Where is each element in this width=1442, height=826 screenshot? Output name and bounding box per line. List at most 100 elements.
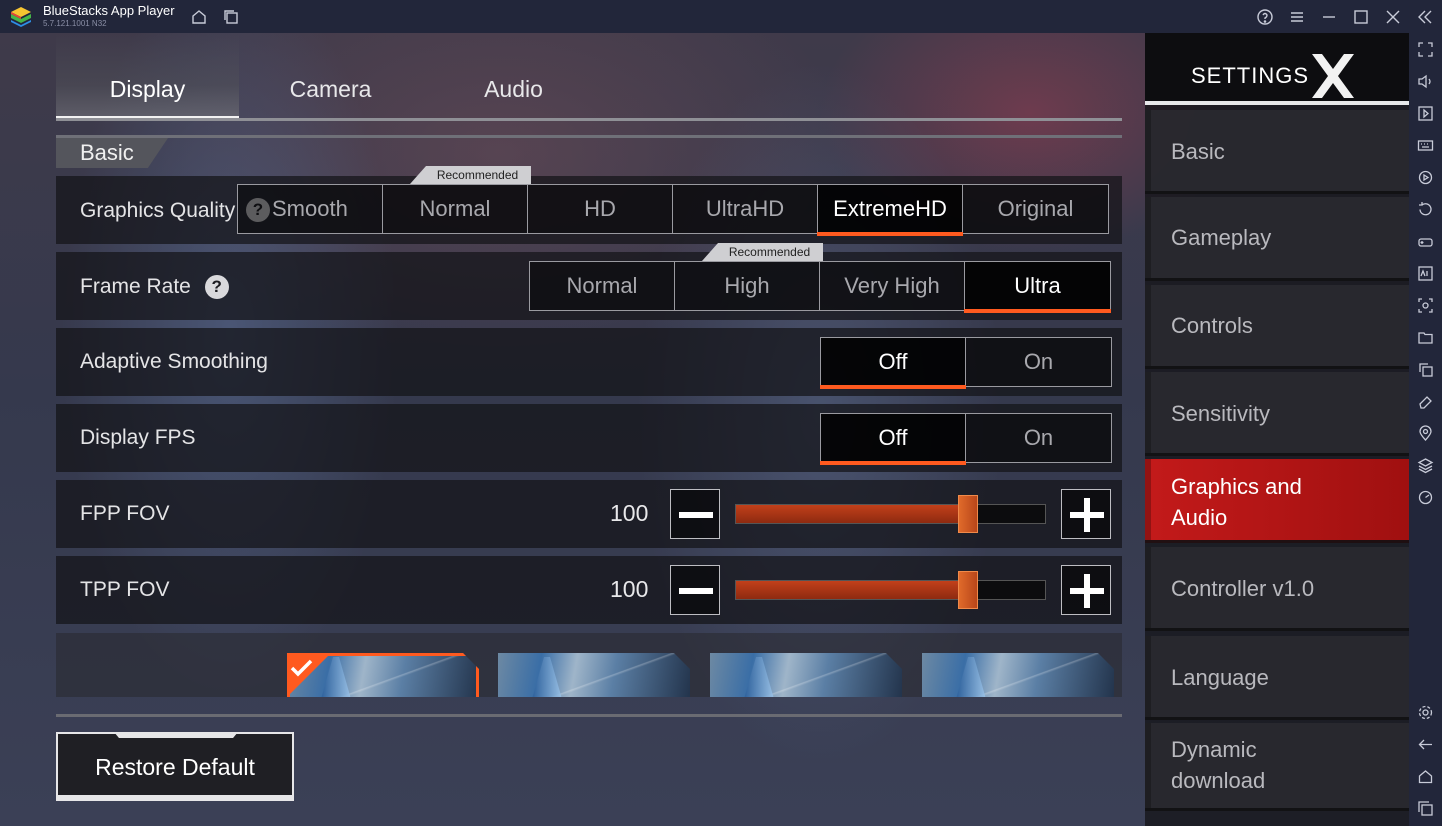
style-preset-3[interactable] — [710, 653, 902, 697]
display-fps-off[interactable]: Off — [820, 414, 966, 465]
settings-menu-label: Graphics and Audio — [1171, 474, 1302, 530]
settings-menu-label: Controls — [1171, 313, 1253, 338]
settings-menu-label: Gameplay — [1171, 225, 1272, 250]
question-circle-icon[interactable]: ? — [204, 275, 229, 300]
fpp-fov-label: FPP FOV — [80, 502, 170, 525]
close-x-icon[interactable] — [1310, 54, 1356, 98]
settings-menu-basic[interactable]: Basic — [1145, 110, 1409, 194]
help-icon[interactable] — [1256, 8, 1274, 26]
fpp-fov-slider-track[interactable] — [735, 504, 1046, 524]
back-icon[interactable] — [1417, 736, 1434, 753]
recommended-badge: Recommended — [702, 243, 823, 261]
apk-icon[interactable] — [1417, 265, 1434, 282]
tab-display[interactable]: Display — [56, 33, 239, 120]
display-fps-toggle: Off On — [820, 413, 1112, 465]
minus-icon — [679, 512, 713, 518]
bluestacks-logo — [11, 7, 31, 27]
settings-menu-label: Basic — [1171, 139, 1225, 164]
maximize-icon[interactable] — [1352, 8, 1370, 26]
eraser-icon[interactable] — [1417, 393, 1434, 410]
graphics-option-normal[interactable]: Normal — [383, 185, 528, 233]
fpp-fov-slider-thumb[interactable] — [958, 495, 978, 533]
fpp-fov-decrease-button[interactable] — [670, 489, 720, 539]
fpp-fov-increase-button[interactable] — [1061, 489, 1111, 539]
frame-rate-selector: Normal High Very High Ultra — [529, 261, 1111, 313]
graphics-option-ultrahd[interactable]: UltraHD — [673, 185, 818, 233]
minimize-icon[interactable] — [1320, 8, 1338, 26]
fullscreen-icon[interactable] — [1417, 41, 1434, 58]
layers-icon[interactable] — [1417, 457, 1434, 474]
replay-icon[interactable] — [1417, 169, 1434, 186]
frame-rate-option-high[interactable]: High — [675, 262, 820, 310]
volume-icon[interactable] — [1417, 73, 1434, 90]
tpp-fov-slider-fill — [736, 581, 969, 599]
settings-menu-label: Sensitivity — [1171, 401, 1271, 426]
section-title: Basic — [80, 140, 134, 165]
section-divider — [56, 135, 1122, 138]
bottom-divider — [56, 714, 1122, 717]
tpp-fov-decrease-button[interactable] — [670, 565, 720, 615]
performance-icon[interactable] — [1417, 489, 1434, 506]
home-icon[interactable] — [190, 8, 208, 26]
settings-header-underline — [1145, 101, 1409, 105]
gamepad-icon[interactable] — [1417, 233, 1434, 250]
multi-instance-icon[interactable] — [222, 8, 240, 26]
screenshot-icon[interactable] — [1417, 297, 1434, 314]
close-icon[interactable] — [1384, 8, 1402, 26]
home-nav-icon[interactable] — [1417, 768, 1434, 785]
graphics-option-hd[interactable]: HD — [528, 185, 673, 233]
checkmark-icon — [290, 659, 313, 677]
graphics-quality-selector: Smooth Normal HD UltraHD ExtremeHD Origi… — [237, 184, 1109, 236]
settings-menu-label: Language — [1171, 665, 1269, 690]
tpp-fov-increase-button[interactable] — [1061, 565, 1111, 615]
tab-camera[interactable]: Camera — [239, 33, 422, 120]
app-version: 5.7.121.1001 N32 — [43, 19, 107, 28]
restore-default-label: Restore Default — [95, 754, 255, 780]
menu-icon[interactable] — [1288, 8, 1306, 26]
tabs-divider — [56, 118, 1122, 121]
fpp-fov-value: 100 — [610, 500, 649, 526]
settings-menu-sensitivity[interactable]: Sensitivity — [1145, 372, 1409, 456]
settings-menu-controller[interactable]: Controller v1.0 — [1145, 547, 1409, 631]
frame-rate-option-very-high[interactable]: Very High — [820, 262, 965, 310]
tab-audio[interactable]: Audio — [422, 33, 605, 120]
settings-menu-graphics-and-audio[interactable]: Graphics and Audio — [1145, 459, 1409, 543]
adaptive-smoothing-label: Adaptive Smoothing — [80, 350, 268, 373]
tpp-fov-label: TPP FOV — [80, 578, 170, 601]
app-title: BlueStacks App Player — [43, 3, 175, 18]
frame-rate-option-ultra[interactable]: Ultra — [964, 262, 1111, 313]
restore-default-button[interactable]: Restore Default — [56, 732, 294, 801]
settings-tabs: Display Camera Audio — [56, 33, 1122, 120]
recent-apps-icon[interactable] — [1417, 800, 1434, 817]
adaptive-smoothing-toggle: Off On — [820, 337, 1112, 389]
settings-menu-gameplay[interactable]: Gameplay — [1145, 197, 1409, 281]
adaptive-smoothing-on[interactable]: On — [966, 338, 1111, 386]
style-preset-4[interactable] — [922, 653, 1114, 697]
rotate-icon[interactable] — [1417, 201, 1434, 218]
title-bar: BlueStacks App Player 5.7.121.1001 N32 — [0, 0, 1442, 33]
media-icon[interactable] — [1417, 105, 1434, 122]
location-icon[interactable] — [1417, 425, 1434, 442]
settings-menu-language[interactable]: Language — [1145, 636, 1409, 720]
settings-menu-controls[interactable]: Controls — [1145, 285, 1409, 369]
adaptive-smoothing-off[interactable]: Off — [820, 338, 966, 389]
folder-icon[interactable] — [1417, 329, 1434, 346]
display-fps-label: Display FPS — [80, 426, 196, 449]
settings-menu-label: Dynamic download — [1171, 737, 1266, 793]
graphics-option-smooth[interactable]: Smooth — [238, 185, 383, 233]
bluestacks-sidebar — [1409, 33, 1442, 826]
keyboard-icon[interactable] — [1417, 137, 1434, 154]
settings-icon[interactable] — [1417, 704, 1434, 721]
fpp-fov-slider-fill — [736, 505, 969, 523]
frame-rate-option-normal[interactable]: Normal — [530, 262, 675, 310]
settings-menu-dynamic-download[interactable]: Dynamic download — [1145, 723, 1409, 811]
tpp-fov-slider-thumb[interactable] — [958, 571, 978, 609]
frame-rate-label: Frame Rate — [80, 275, 191, 298]
style-preset-2[interactable] — [498, 653, 690, 697]
graphics-option-original[interactable]: Original — [963, 185, 1108, 233]
graphics-option-extremehd[interactable]: ExtremeHD — [817, 185, 963, 236]
tpp-fov-slider-track[interactable] — [735, 580, 1046, 600]
display-fps-on[interactable]: On — [966, 414, 1111, 462]
collapse-sidebar-icon[interactable] — [1416, 8, 1434, 26]
copy-icon[interactable] — [1417, 361, 1434, 378]
